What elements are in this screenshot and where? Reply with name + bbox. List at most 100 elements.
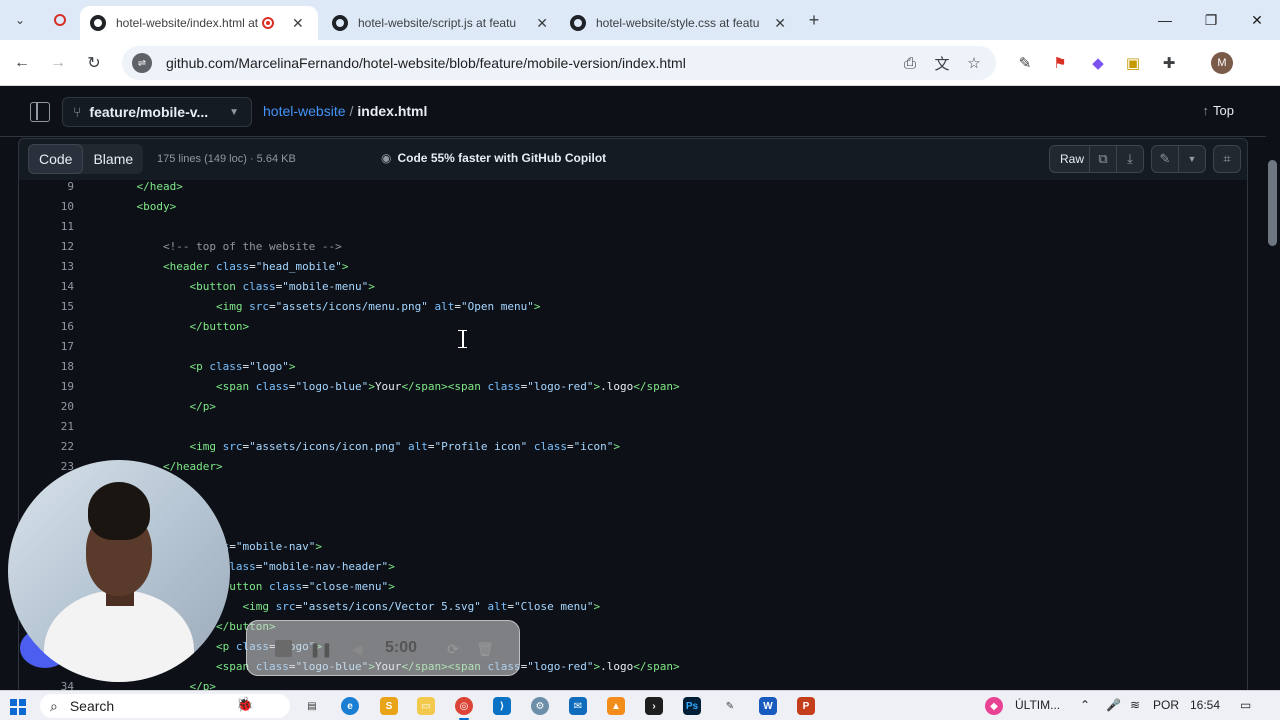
vscode-icon[interactable]: ⟩ [493, 697, 511, 715]
git-branch-icon: ⑂ [73, 104, 82, 120]
tray-chevron-up-icon[interactable]: ⌃ [1080, 698, 1090, 712]
code-token: = [427, 440, 435, 453]
line-number[interactable]: 22 [19, 437, 74, 457]
file-explorer-icon[interactable]: ▭ [417, 697, 435, 715]
code-token: "head_mobile" [255, 260, 342, 273]
line-number[interactable]: 10 [19, 197, 74, 217]
close-tab-icon[interactable]: ✕ [774, 15, 786, 32]
tray-app-icon[interactable]: ◆ [985, 697, 1003, 715]
pen-extension-icon[interactable]: ✎ [1013, 51, 1037, 75]
tab-blame[interactable]: Blame [83, 144, 143, 174]
site-info-icon[interactable]: ⇌ [132, 53, 152, 73]
code-token: <!-- top of the website --> [110, 240, 342, 253]
code-token: "Open menu" [461, 300, 534, 313]
line-number[interactable]: 13 [19, 257, 74, 277]
yellow-extension-icon[interactable]: ▣ [1121, 51, 1145, 75]
code-token: "logo-red" [527, 380, 594, 393]
file-meta: 175 lines (149 loc) · 5.64 KB [157, 153, 296, 165]
code-text: <p class="logo"> [110, 357, 295, 377]
language-indicator[interactable]: POR [1153, 698, 1179, 712]
bookmark-star-icon[interactable]: ☆ [960, 46, 988, 80]
code-line: 11 [19, 217, 1247, 237]
colorful-extension-icon[interactable]: ◆ [1086, 51, 1110, 75]
line-number[interactable]: 16 [19, 317, 74, 337]
tab-title: hotel-website/style.css at featu [596, 16, 760, 30]
reload-icon[interactable]: ↻ [82, 51, 106, 75]
notification-icon[interactable]: ▭ [1240, 698, 1251, 712]
breadcrumb-repo-link[interactable]: hotel-website [263, 103, 346, 119]
code-text: </head> [110, 180, 182, 197]
restore-window-icon[interactable]: ❐ [1196, 8, 1226, 32]
line-number[interactable]: 18 [19, 357, 74, 377]
recording-indicator-icon[interactable] [48, 8, 72, 32]
line-number[interactable]: 14 [19, 277, 74, 297]
close-tab-icon[interactable]: ✕ [292, 15, 304, 32]
powerpoint-icon[interactable]: P [797, 697, 815, 715]
translate-icon[interactable]: 文 [928, 46, 956, 80]
top-button[interactable]: ↑ Top [1203, 103, 1234, 118]
line-number[interactable]: 20 [19, 397, 74, 417]
restart-icon[interactable]: ⟳ [443, 639, 463, 659]
tab-index-html[interactable]: hotel-website/index.html at ✕ [80, 6, 318, 40]
tab-style-css[interactable]: hotel-website/style.css at featu ✕ [560, 6, 796, 40]
edit-options-chevron-icon[interactable]: ▼ [1178, 145, 1206, 173]
delete-icon[interactable]: 🗑 [475, 639, 495, 659]
tab-code[interactable]: Code [28, 144, 84, 174]
back-arrow-icon[interactable]: ← [10, 51, 34, 75]
line-number[interactable]: 12 [19, 237, 74, 257]
download-icon[interactable]: ⤓ [1116, 145, 1144, 173]
mute-icon[interactable]: ◀ [347, 639, 367, 659]
vlc-icon[interactable]: ▲ [607, 697, 625, 715]
copilot-icon: ◉ [381, 151, 392, 165]
code-token: alt [434, 300, 455, 313]
windows-start-icon[interactable] [10, 699, 26, 715]
line-number[interactable]: 9 [19, 180, 74, 197]
microphone-icon[interactable]: 🎤 [1106, 698, 1121, 712]
pause-icon[interactable]: ❚❚ [309, 639, 332, 659]
line-number[interactable]: 11 [19, 217, 74, 237]
sublime-icon[interactable]: S [380, 697, 398, 715]
side-panel-icon[interactable] [30, 102, 50, 122]
github-favicon-icon [90, 15, 106, 31]
settings-app-icon[interactable]: ⚙ [531, 697, 549, 715]
close-tab-icon[interactable]: ✕ [536, 15, 548, 32]
pen-app-icon[interactable]: ✎ [721, 697, 739, 715]
tab-script-js[interactable]: hotel-website/script.js at featu ✕ [322, 6, 558, 40]
word-icon[interactable]: W [759, 697, 777, 715]
branch-selector[interactable]: ⑂ feature/mobile-v... ▼ [62, 97, 252, 127]
scrollbar-thumb[interactable] [1268, 160, 1277, 246]
code-token: > [388, 580, 395, 593]
pdf-extension-icon[interactable]: ⚑ [1048, 51, 1072, 75]
clock[interactable]: 16:54 [1190, 698, 1220, 712]
task-view-icon[interactable]: ▤ [303, 697, 321, 715]
terminal-icon[interactable]: › [645, 697, 663, 715]
edit-pencil-icon[interactable]: ✎ [1151, 145, 1179, 173]
line-number[interactable]: 15 [19, 297, 74, 317]
line-number[interactable]: 17 [19, 337, 74, 357]
install-app-icon[interactable]: ⎙ [896, 46, 924, 80]
edge-icon[interactable]: e [341, 697, 359, 715]
code-token: "icon" [573, 440, 614, 453]
copilot-promo-link[interactable]: ◉ Code 55% faster with GitHub Copilot [381, 151, 606, 165]
new-tab-button[interactable]: + [802, 8, 826, 32]
code-token: > [288, 360, 296, 373]
minimize-window-icon[interactable]: — [1150, 8, 1180, 32]
photoshop-icon[interactable]: Ps [683, 697, 701, 715]
line-number[interactable]: 21 [19, 417, 74, 437]
symbols-panel-icon[interactable]: ⌗ [1213, 145, 1241, 173]
mail-icon[interactable]: ✉ [569, 697, 587, 715]
profile-avatar[interactable]: M [1211, 52, 1233, 74]
close-window-icon[interactable]: ✕ [1242, 8, 1272, 32]
stop-recording-button[interactable] [275, 640, 292, 657]
taskbar-search[interactable]: ⌕ Search 🐞 [40, 694, 290, 718]
tray-app-label[interactable]: ÚLTIM... [1015, 698, 1060, 712]
copy-icon[interactable]: ⧉ [1089, 145, 1117, 173]
chrome-icon[interactable]: ◎ [455, 697, 473, 715]
forward-arrow-icon[interactable]: → [46, 51, 70, 75]
code-line: 13 <header class="head_mobile"> [19, 257, 1247, 277]
line-number[interactable]: 19 [19, 377, 74, 397]
extensions-puzzle-icon[interactable]: ✚ [1157, 51, 1181, 75]
tab-search-chevron-icon[interactable]: ⌄ [8, 8, 32, 32]
wifi-icon[interactable]: ≋ [1130, 698, 1140, 712]
address-bar[interactable]: ⇌ github.com/MarcelinaFernando/hotel-web… [122, 46, 996, 80]
